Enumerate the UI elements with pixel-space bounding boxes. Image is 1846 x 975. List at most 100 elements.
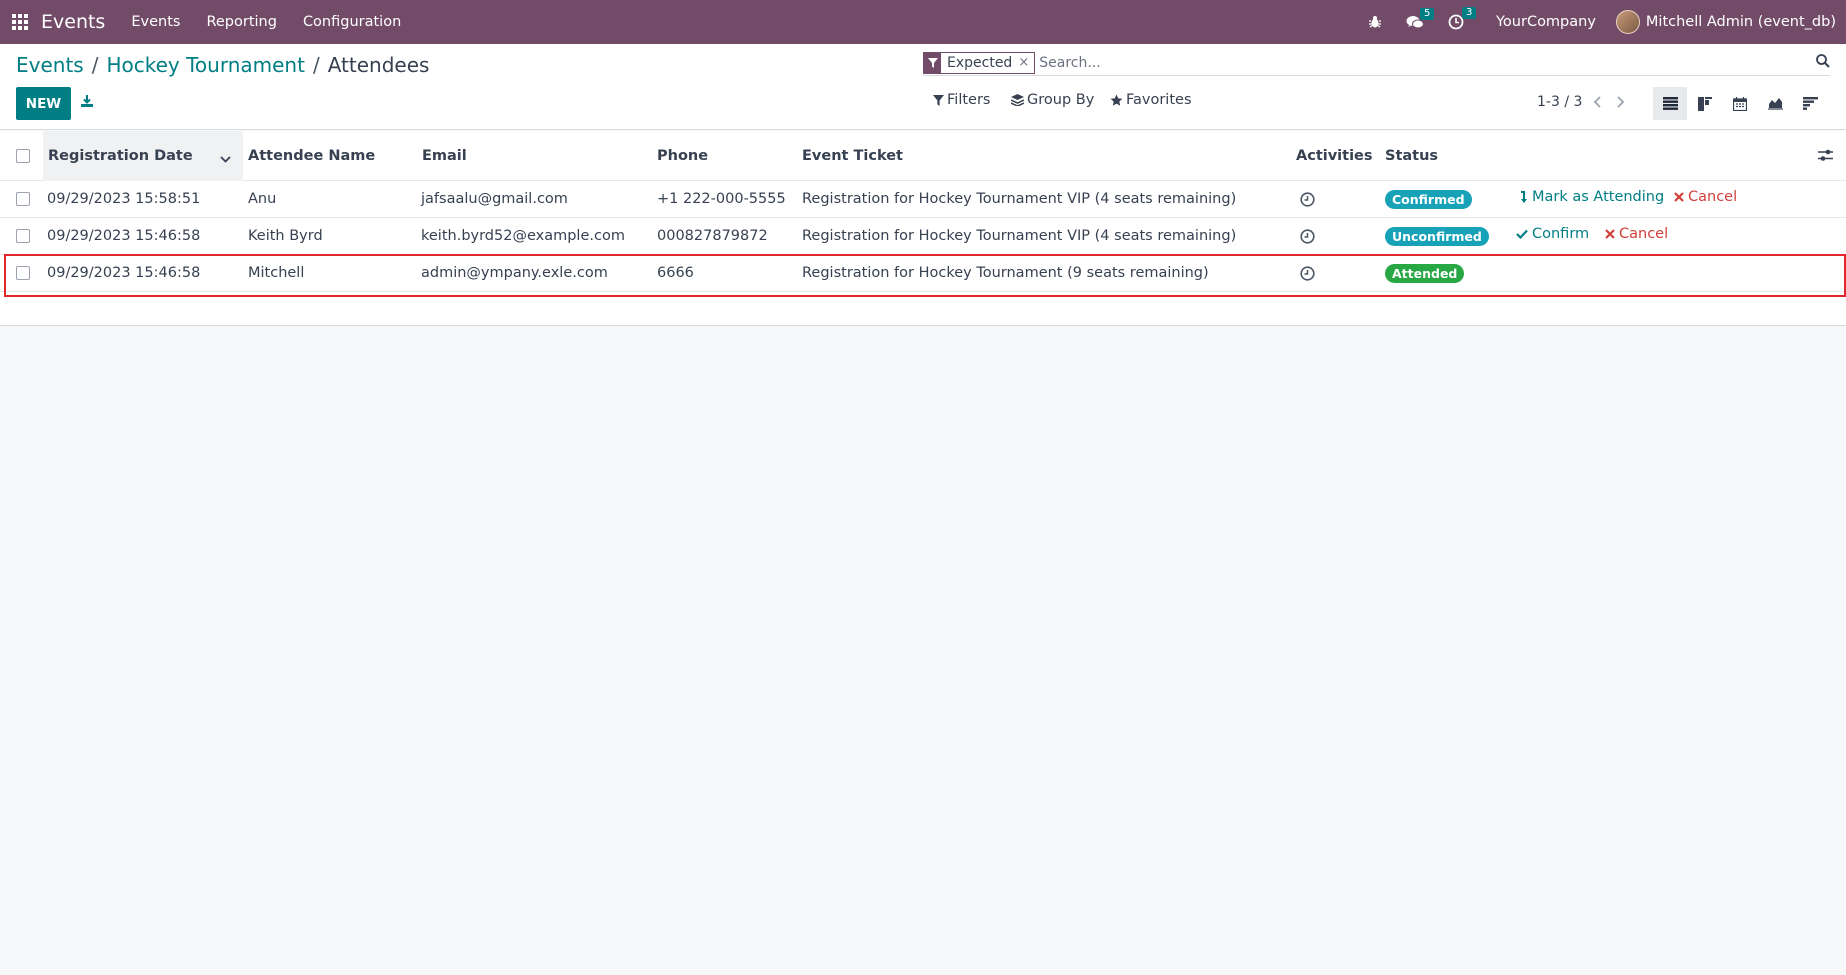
clock-icon[interactable]: [1300, 192, 1315, 211]
user-name: Mitchell Admin (event_db): [1645, 14, 1836, 30]
search-facet: Expected ×: [923, 51, 1036, 74]
search-input[interactable]: [1039, 54, 1830, 71]
top-navbar: Events Events Reporting Configuration 5 …: [0, 0, 1846, 44]
bug-icon[interactable]: [1368, 15, 1382, 29]
clock-icon[interactable]: [1300, 229, 1315, 248]
menu-reporting[interactable]: Reporting: [206, 14, 277, 30]
group-by-label: Group By: [1027, 92, 1095, 108]
select-all-checkbox[interactable]: [16, 149, 30, 163]
company-switcher[interactable]: YourCompany: [1496, 14, 1596, 30]
table-row[interactable]: 09/29/2023 15:58:51 Anu jafsaalu@gmail.c…: [0, 181, 1846, 218]
pager-previous-icon[interactable]: [1593, 94, 1601, 112]
confirm-button[interactable]: Confirm: [1516, 226, 1589, 242]
app-name[interactable]: Events: [41, 11, 105, 33]
status-badge: Unconfirmed: [1385, 227, 1489, 246]
filters-button[interactable]: Filters: [933, 92, 990, 108]
mark-as-attending-label: Mark as Attending: [1532, 189, 1665, 205]
facet-remove-icon[interactable]: ×: [1018, 53, 1034, 73]
attendee-email: jafsaalu@gmail.com: [421, 191, 568, 207]
list-view-icon[interactable]: [1653, 87, 1687, 120]
breadcrumb: Events / Hockey Tournament / Attendees: [16, 53, 429, 77]
table-row[interactable]: 09/29/2023 15:46:58 Mitchell admin@ympan…: [0, 255, 1846, 292]
cancel-label: Cancel: [1619, 226, 1669, 242]
registration-date: 09/29/2023 15:46:58: [47, 228, 201, 244]
cancel-label: Cancel: [1688, 189, 1738, 205]
layers-icon: [1011, 94, 1024, 106]
pager-next-icon[interactable]: [1617, 94, 1625, 112]
chat-icon[interactable]: 5: [1406, 7, 1435, 30]
user-menu[interactable]: Mitchell Admin (event_db): [1615, 10, 1836, 34]
avatar: [1615, 10, 1640, 34]
row-checkbox[interactable]: [16, 266, 30, 280]
attendee-email: admin@ympany.exle.com: [421, 265, 608, 281]
attendee-email: keith.byrd52@example.com: [421, 228, 625, 244]
attendee-phone: 6666: [657, 265, 694, 281]
clock-icon[interactable]: [1300, 266, 1315, 285]
filters-label: Filters: [947, 92, 991, 108]
column-header-attendee-name[interactable]: Attendee Name: [248, 148, 375, 164]
search-bar: Expected ×: [923, 50, 1830, 76]
page-title: Attendees: [327, 53, 430, 77]
list-filler: [0, 292, 1846, 325]
gantt-view-icon[interactable]: [1793, 87, 1827, 120]
activities-badge: 3: [1461, 7, 1477, 19]
filter-icon: [924, 52, 941, 73]
column-header-phone[interactable]: Phone: [657, 148, 708, 164]
apps-icon[interactable]: [12, 14, 28, 30]
star-icon: [1110, 94, 1123, 106]
column-header-email[interactable]: Email: [422, 148, 467, 164]
table-header: Registration Date Attendee Name Email Ph…: [0, 131, 1846, 181]
close-icon: [1674, 192, 1684, 202]
status-badge: Confirmed: [1385, 190, 1472, 209]
registration-date: 09/29/2023 15:46:58: [47, 265, 201, 281]
event-ticket: Registration for Hockey Tournament VIP (…: [802, 228, 1237, 244]
chevron-down-icon[interactable]: [220, 151, 231, 167]
table-row[interactable]: 09/29/2023 15:46:58 Keith Byrd keith.byr…: [0, 218, 1846, 255]
attendee-name: Mitchell: [248, 265, 305, 281]
level-down-icon: [1521, 190, 1527, 203]
event-ticket: Registration for Hockey Tournament VIP (…: [802, 191, 1237, 207]
row-checkbox[interactable]: [16, 192, 30, 206]
column-header-activities[interactable]: Activities: [1296, 148, 1373, 164]
new-button[interactable]: NEW: [16, 87, 71, 120]
group-by-button[interactable]: Group By: [1011, 92, 1094, 108]
attendee-name: Keith Byrd: [248, 228, 323, 244]
status-badge: Attended: [1385, 264, 1465, 283]
breadcrumb-separator: /: [91, 53, 99, 77]
filter-icon: [933, 94, 944, 106]
column-header-registration-date[interactable]: Registration Date: [48, 148, 193, 164]
download-icon[interactable]: [80, 94, 94, 112]
breadcrumb-events[interactable]: Events: [16, 53, 84, 77]
cancel-button[interactable]: Cancel: [1674, 189, 1737, 205]
menu-configuration[interactable]: Configuration: [303, 14, 401, 30]
menu-events[interactable]: Events: [131, 14, 180, 30]
graph-view-icon[interactable]: [1758, 87, 1792, 120]
event-ticket: Registration for Hockey Tournament (9 se…: [802, 265, 1209, 281]
kanban-view-icon[interactable]: [1688, 87, 1722, 120]
calendar-view-icon[interactable]: [1723, 87, 1757, 120]
mark-as-attending-button[interactable]: Mark as Attending: [1520, 189, 1664, 205]
pager-value[interactable]: 1-3 / 3: [1537, 94, 1582, 110]
facet-value: Expected: [947, 54, 1013, 71]
control-panel: Events / Hockey Tournament / Attendees N…: [0, 44, 1846, 130]
clock-icon[interactable]: 3: [1448, 7, 1477, 30]
attendee-phone: +1 222-000-5555: [657, 191, 786, 207]
close-icon: [1605, 229, 1615, 239]
row-checkbox[interactable]: [16, 229, 30, 243]
favorites-label: Favorites: [1126, 92, 1192, 108]
attendee-phone: 000827879872: [657, 228, 768, 244]
favorites-button[interactable]: Favorites: [1110, 92, 1192, 108]
messages-badge: 5: [1419, 7, 1435, 20]
attendee-name: Anu: [248, 191, 277, 207]
column-header-status[interactable]: Status: [1385, 148, 1438, 164]
search-icon[interactable]: [1816, 54, 1830, 72]
cancel-button[interactable]: Cancel: [1605, 226, 1668, 242]
column-header-event-ticket[interactable]: Event Ticket: [802, 148, 903, 164]
settings-sliders-icon[interactable]: [1818, 149, 1833, 166]
breadcrumb-separator: /: [312, 53, 320, 77]
attendees-list: Registration Date Attendee Name Email Ph…: [0, 131, 1846, 326]
registration-date: 09/29/2023 15:58:51: [47, 191, 201, 207]
breadcrumb-hockey-tournament[interactable]: Hockey Tournament: [106, 53, 304, 77]
check-icon: [1516, 229, 1528, 239]
confirm-label: Confirm: [1532, 226, 1590, 242]
